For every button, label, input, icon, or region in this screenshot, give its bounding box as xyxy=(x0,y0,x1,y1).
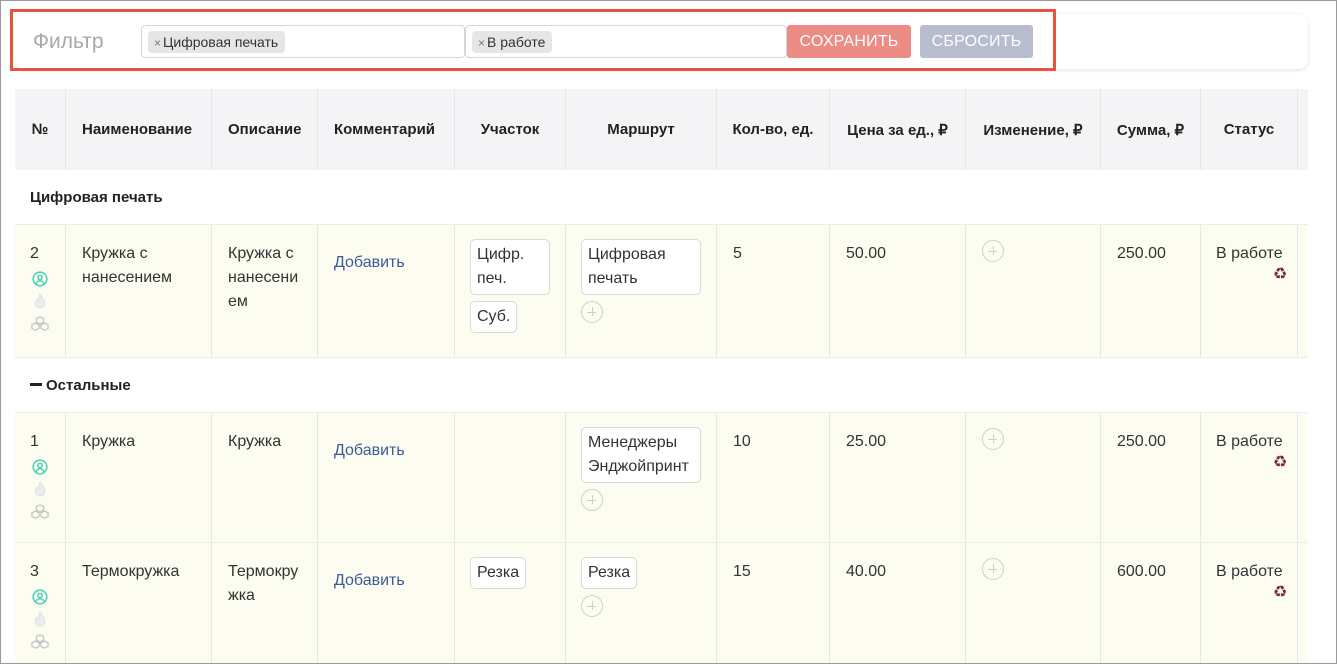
recycle-icon[interactable]: ♻ xyxy=(1216,266,1297,284)
row-number: 2 xyxy=(30,245,39,262)
column-header-status: Статус xyxy=(1201,89,1298,170)
sum-value: 250.00 xyxy=(1101,225,1201,357)
user-circle-icon[interactable] xyxy=(31,586,49,608)
column-header-comment: Комментарий xyxy=(318,89,455,170)
quantity-value: 5 xyxy=(717,225,830,357)
quantity-value: 10 xyxy=(717,413,830,542)
column-header-route: Маршрут xyxy=(566,89,717,170)
product-description: жка xyxy=(228,587,255,604)
status-text: В работе xyxy=(1216,433,1283,450)
product-name: нанесением xyxy=(82,269,173,286)
section-empty[interactable] xyxy=(455,413,566,542)
product-name: Термокружка xyxy=(82,563,180,580)
add-route-plus-icon[interactable] xyxy=(581,595,603,617)
column-header-number: № xyxy=(15,89,66,170)
add-comment-link[interactable]: Добавить xyxy=(334,442,405,459)
orders-table: № Наименование Описание Комментарий Учас… xyxy=(15,89,1308,664)
column-header-unit-price: Цена за ед., ₽ xyxy=(830,89,966,170)
column-header-name: Наименование xyxy=(66,89,212,170)
fire-icon[interactable] xyxy=(31,608,49,630)
route-tag[interactable]: Цифровая печать xyxy=(581,239,701,295)
product-description: нанесени xyxy=(228,269,299,286)
section-tag[interactable]: Резка xyxy=(470,557,527,589)
boxes-icon[interactable] xyxy=(31,312,49,334)
user-circle-icon[interactable] xyxy=(31,456,49,478)
quantity-value: 15 xyxy=(717,543,830,664)
user-circle-icon[interactable] xyxy=(31,268,49,290)
column-header-change: Изменение, ₽ xyxy=(966,89,1101,170)
boxes-icon[interactable] xyxy=(31,500,49,522)
unit-price-value: 25.00 xyxy=(830,413,966,542)
group-row-other[interactable]: Остальные xyxy=(15,358,1308,413)
column-header-description: Описание xyxy=(212,89,318,170)
route-tag[interactable]: Резка xyxy=(581,557,638,589)
add-route-plus-icon[interactable] xyxy=(581,489,603,511)
column-header-sum: Сумма, ₽ xyxy=(1101,89,1201,170)
section-tag[interactable]: Цифр. печ. xyxy=(470,239,550,295)
fire-icon[interactable] xyxy=(31,290,49,312)
add-change-plus-icon[interactable] xyxy=(982,240,1004,262)
recycle-icon[interactable]: ♻ xyxy=(1216,584,1297,602)
group-title: Остальные xyxy=(46,377,131,394)
product-name: Кружка с xyxy=(82,245,148,262)
product-description: Термокру xyxy=(228,563,299,580)
status-text: В работе xyxy=(1216,563,1283,580)
product-description: Кружка xyxy=(228,433,282,450)
add-comment-link[interactable]: Добавить xyxy=(334,572,405,589)
product-description: Кружка с xyxy=(228,245,294,262)
sum-value: 250.00 xyxy=(1101,413,1201,542)
add-change-plus-icon[interactable] xyxy=(982,428,1004,450)
group-title: Цифровая печать xyxy=(30,189,163,206)
table-row: 2 Кружка с нанесением Кружка с нанесени … xyxy=(15,225,1308,358)
product-description: ем xyxy=(228,293,248,310)
table-row: 1 Кружка Кружка Добавить Менеджеры Энджой… xyxy=(15,413,1308,543)
minus-icon[interactable] xyxy=(30,383,42,387)
row-number: 3 xyxy=(30,563,39,580)
route-tag[interactable]: Менеджеры Энджойпринт xyxy=(581,427,701,483)
row-number: 1 xyxy=(30,433,39,450)
sum-value: 600.00 xyxy=(1101,543,1201,664)
fire-icon[interactable] xyxy=(31,478,49,500)
group-row-digital-print[interactable]: Цифровая печать xyxy=(15,170,1308,225)
column-header-quantity: Кол-во, ед. xyxy=(717,89,830,170)
table-header: № Наименование Описание Комментарий Учас… xyxy=(15,89,1308,170)
column-header-section: Участок xyxy=(455,89,566,170)
section-tag[interactable]: Суб. xyxy=(470,301,518,333)
add-route-plus-icon[interactable] xyxy=(581,301,603,323)
filter-highlight-box xyxy=(10,9,1056,71)
status-text: В работе xyxy=(1216,245,1283,262)
recycle-icon[interactable]: ♻ xyxy=(1216,454,1297,472)
add-change-plus-icon[interactable] xyxy=(982,558,1004,580)
boxes-icon[interactable] xyxy=(31,630,49,652)
unit-price-value: 50.00 xyxy=(830,225,966,357)
add-comment-link[interactable]: Добавить xyxy=(334,254,405,271)
table-row: 3 Термокружка Термокру жка Добавить Резк… xyxy=(15,543,1308,664)
unit-price-value: 40.00 xyxy=(830,543,966,664)
product-name: Кружка xyxy=(82,433,136,450)
